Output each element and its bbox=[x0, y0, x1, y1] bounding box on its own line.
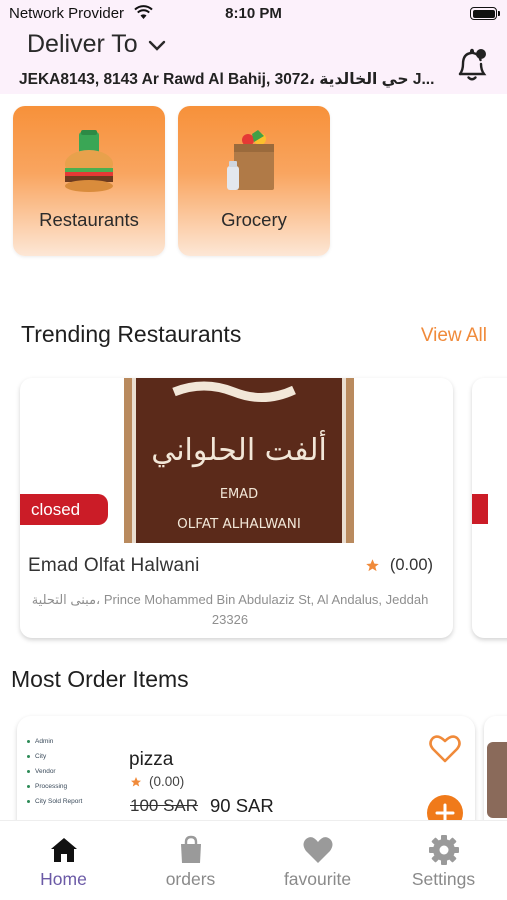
rating-value: (0.00) bbox=[149, 774, 185, 789]
thumb-line: Processing bbox=[27, 783, 127, 790]
thumb-line: City Sold Report bbox=[27, 798, 127, 805]
star-icon bbox=[366, 559, 379, 572]
trending-restaurants-title: Trending Restaurants bbox=[21, 321, 242, 347]
favourite-heart-icon[interactable] bbox=[429, 734, 461, 764]
battery-icon bbox=[470, 7, 500, 20]
clock: 8:10 PM bbox=[225, 5, 282, 22]
view-all-link[interactable]: View All bbox=[421, 325, 487, 347]
header: Network Provider 8:10 PM Deliver To JEKA… bbox=[0, 0, 507, 94]
burger-drink-icon bbox=[65, 130, 113, 192]
star-icon bbox=[131, 776, 141, 786]
bottom-navigation: Home orders favourite Settings bbox=[0, 820, 507, 900]
notification-bell-icon[interactable] bbox=[454, 45, 490, 83]
chevron-down-icon bbox=[148, 40, 165, 51]
most-order-items-title: Most Order Items bbox=[11, 666, 189, 692]
deliver-to-selector[interactable]: Deliver To bbox=[27, 30, 166, 59]
logo-arabic-text: ألفت الحلواني bbox=[151, 429, 327, 468]
grocery-bag-icon bbox=[227, 130, 274, 190]
home-icon bbox=[50, 838, 77, 862]
restaurant-logo-image: ألفت الحلواني EMAD OLFAT ALHALWANI bbox=[124, 378, 354, 543]
nav-favourite-tab[interactable]: favourite bbox=[254, 821, 381, 900]
rating-value: (0.00) bbox=[389, 556, 433, 574]
delivery-address[interactable]: JEKA8143, 8143 Ar Rawd Al Bahij, 3072، ح… bbox=[19, 70, 439, 89]
restaurant-name: Emad Olfat Halwani bbox=[28, 555, 200, 576]
shopping-bag-icon bbox=[180, 835, 201, 863]
item-rating: (0.00) bbox=[130, 774, 184, 789]
restaurant-card-next[interactable] bbox=[472, 378, 507, 638]
item-old-price: 100 SAR bbox=[130, 796, 199, 815]
thumb-line: City bbox=[27, 753, 127, 760]
nav-label: orders bbox=[165, 869, 216, 889]
category-grocery-card[interactable]: Grocery bbox=[178, 106, 330, 256]
item-new-price: 90 SAR bbox=[210, 795, 274, 816]
nav-label: Settings bbox=[411, 869, 476, 889]
nav-label: Home bbox=[40, 869, 87, 889]
restaurant-rating: (0.00) bbox=[365, 556, 433, 575]
category-label: Grocery bbox=[221, 209, 287, 230]
item-name: pizza bbox=[129, 749, 174, 770]
category-label: Restaurants bbox=[39, 209, 139, 230]
thumb-line: Admin bbox=[27, 738, 127, 745]
nav-orders-tab[interactable]: orders bbox=[127, 821, 254, 900]
heart-icon bbox=[303, 837, 332, 863]
logo-line1-text: EMAD bbox=[220, 487, 258, 502]
closed-badge: closed bbox=[20, 494, 108, 525]
restaurant-card[interactable]: ألفت الحلواني EMAD OLFAT ALHALWANI close… bbox=[20, 378, 453, 638]
logo-line2-text: OLFAT ALHALWANI bbox=[177, 516, 301, 532]
nav-settings-tab[interactable]: Settings bbox=[380, 821, 507, 900]
deliver-to-label: Deliver To bbox=[27, 30, 138, 58]
restaurant-address: مبنى التحلية، Prince Mohammed Bin Abdula… bbox=[31, 592, 429, 627]
nav-label: favourite bbox=[283, 869, 352, 889]
gear-icon bbox=[428, 835, 459, 865]
status-bar: Network Provider 8:10 PM bbox=[0, 0, 507, 28]
thumb-line: Vendor bbox=[27, 768, 127, 775]
category-restaurants-card[interactable]: Restaurants bbox=[13, 106, 165, 256]
nav-home-tab[interactable]: Home bbox=[0, 821, 127, 900]
